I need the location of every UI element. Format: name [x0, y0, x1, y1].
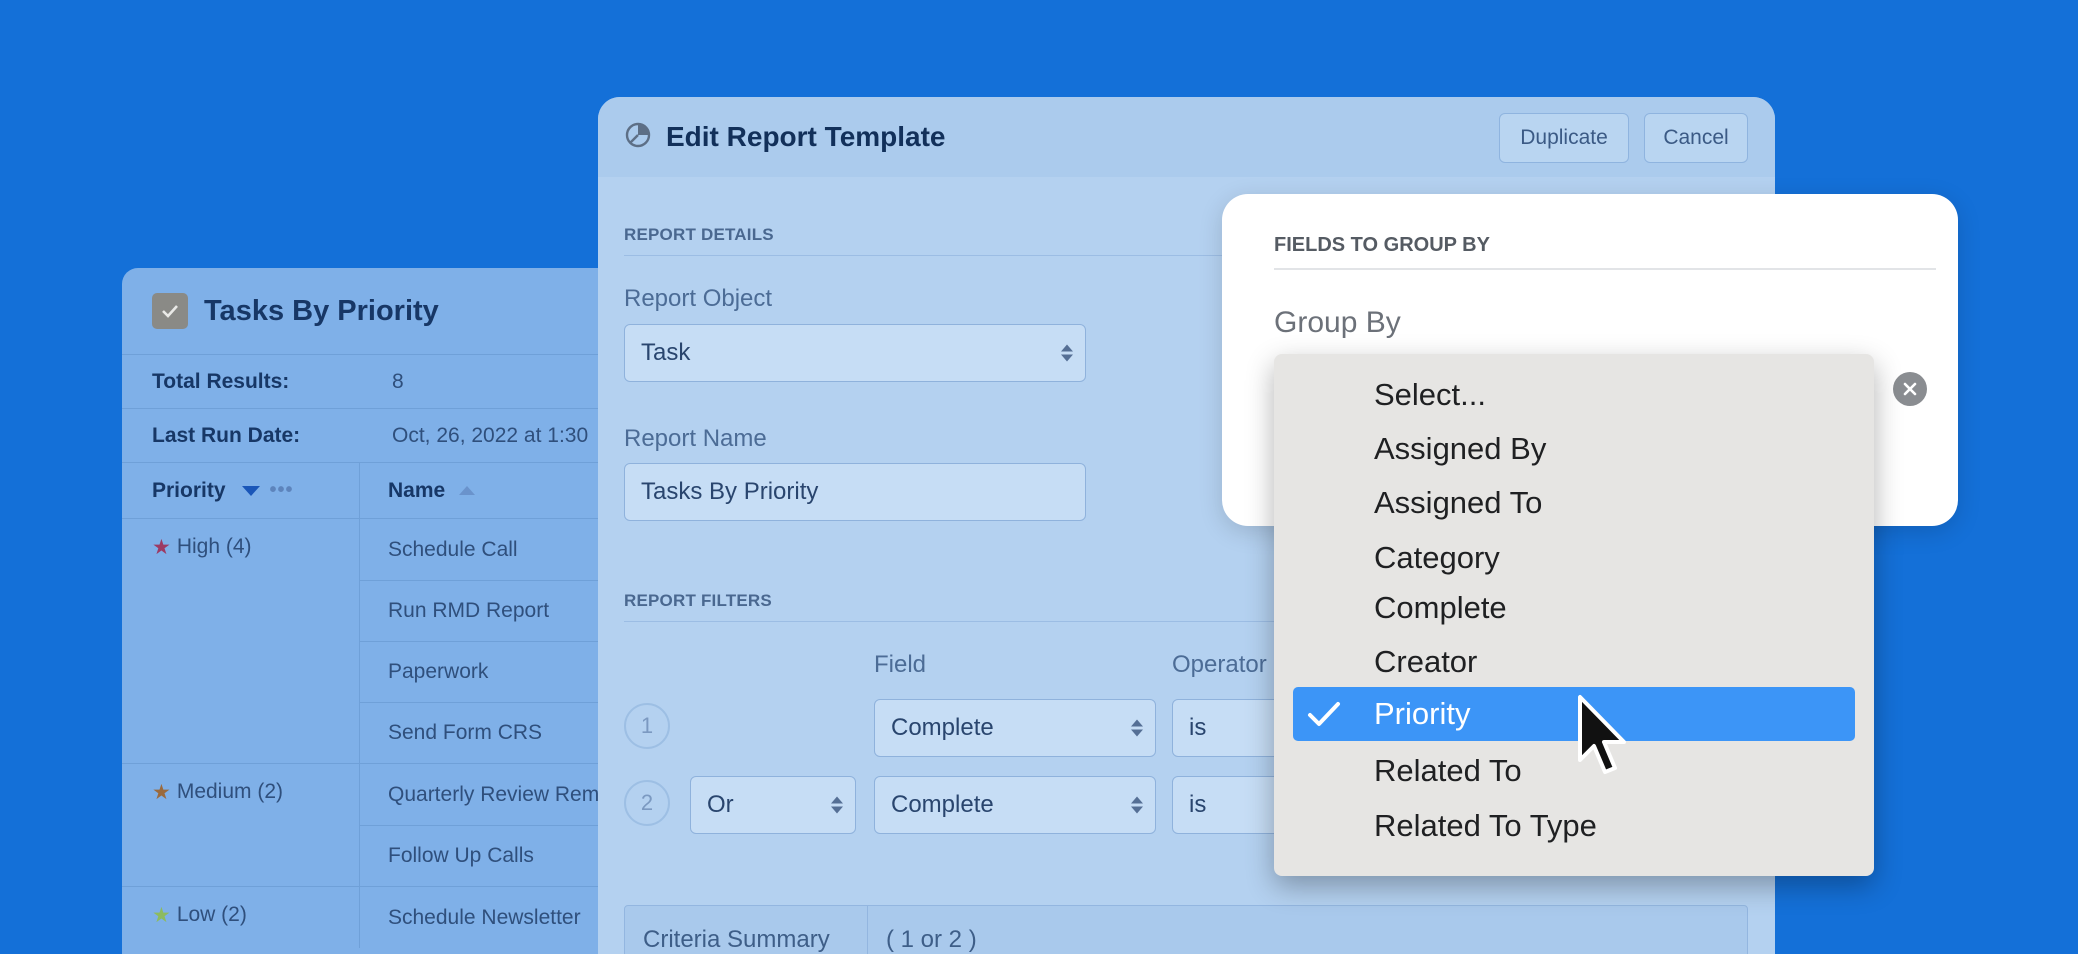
sort-desc-icon[interactable]: [241, 485, 260, 496]
table-row[interactable]: Send Form CRS: [360, 702, 622, 763]
group-by-label: Group By: [1274, 306, 1401, 339]
filter-operator-value: is: [1189, 791, 1207, 818]
dropdown-option[interactable]: Assigned By: [1274, 426, 1874, 472]
field-column-label: Field: [874, 651, 927, 678]
more-options-icon[interactable]: •••: [270, 479, 294, 502]
star-icon: ★: [152, 781, 171, 804]
cancel-button[interactable]: Cancel: [1644, 113, 1748, 163]
filter-conjunction-value: Or: [707, 791, 734, 818]
sort-asc-icon[interactable]: [459, 486, 476, 495]
group-label-text: Low (2): [176, 903, 247, 926]
task-name: Send Form CRS: [388, 721, 543, 744]
group-medium: ★ Medium (2) Quarterly Review Rem Follow…: [122, 763, 622, 886]
select-arrows-icon: [1131, 719, 1143, 737]
task-name: Schedule Call: [388, 537, 518, 561]
last-run-row: Last Run Date: Oct, 26, 2022 at 1:30: [122, 408, 622, 462]
group-low: ★ Low (2) Schedule Newsletter: [122, 886, 622, 948]
filter-field-select[interactable]: Complete: [874, 776, 1156, 834]
checkbox-icon: [152, 293, 188, 329]
dropdown-option[interactable]: Related To Type: [1274, 803, 1874, 849]
divider: [624, 621, 1284, 622]
select-arrows-icon: [831, 796, 843, 814]
group-label: ★ Medium (2): [122, 764, 360, 886]
group-high: ★ High (4) Schedule Call Run RMD Report …: [122, 518, 622, 763]
priority-column-header[interactable]: Priority •••: [122, 463, 360, 518]
dropdown-option[interactable]: Creator: [1274, 639, 1874, 685]
group-label: ★ High (4): [122, 519, 360, 763]
dropdown-option[interactable]: Related To: [1274, 748, 1874, 794]
tasks-by-priority-panel: Tasks By Priority Total Results: 8 Last …: [122, 268, 622, 954]
group-label: ★ Low (2): [122, 887, 360, 948]
duplicate-button[interactable]: Duplicate: [1499, 113, 1629, 163]
criteria-summary-value: ( 1 or 2 ): [886, 926, 977, 953]
panel-header: Tasks By Priority: [122, 268, 622, 354]
select-arrows-icon: [1061, 344, 1073, 362]
table-row[interactable]: Schedule Newsletter: [360, 887, 622, 948]
filter-number-badge: 1: [624, 703, 670, 749]
task-name: Run RMD Report: [388, 599, 550, 622]
clear-icon[interactable]: [1893, 372, 1927, 406]
dropdown-option[interactable]: Assigned To: [1274, 480, 1874, 526]
report-name-input[interactable]: Tasks By Priority: [624, 463, 1086, 521]
criteria-summary: Criteria Summary ( 1 or 2 ): [624, 905, 1748, 954]
select-arrows-icon: [1131, 796, 1143, 814]
filter-field-select[interactable]: Complete: [874, 699, 1156, 757]
table-row[interactable]: Run RMD Report: [360, 580, 622, 641]
modal-title: Edit Report Template: [666, 121, 946, 152]
task-name: Paperwork: [388, 660, 489, 683]
star-icon: ★: [152, 536, 171, 559]
last-run-value: Oct, 26, 2022 at 1:30: [392, 423, 589, 447]
group-label-text: High (4): [176, 535, 252, 558]
table-header: Priority ••• Name: [122, 462, 622, 518]
dropdown-option[interactable]: Complete: [1274, 585, 1874, 631]
task-name: Quarterly Review Rem: [388, 782, 600, 806]
group-label-text: Medium (2): [176, 780, 284, 803]
report-object-select[interactable]: Task: [624, 324, 1086, 382]
group-by-dropdown-list[interactable]: Select... Assigned By Assigned To Catego…: [1274, 354, 1874, 876]
report-object-value: Task: [641, 339, 691, 366]
table-row[interactable]: Paperwork: [360, 641, 622, 702]
filter-conjunction-select[interactable]: Or: [690, 776, 856, 834]
filter-field-value: Complete: [891, 714, 994, 741]
checkmark-icon: [1307, 700, 1341, 736]
total-results-label: Total Results:: [152, 369, 290, 393]
total-results-value: 8: [392, 369, 404, 393]
selected-option-label: Priority: [1374, 696, 1471, 731]
report-object-label: Report Object: [624, 285, 773, 312]
name-column-header[interactable]: Name: [360, 463, 622, 518]
task-name: Schedule Newsletter: [388, 905, 581, 929]
filter-operator-value: is: [1189, 714, 1207, 741]
panel-title: Tasks By Priority: [204, 294, 439, 327]
last-run-label: Last Run Date:: [152, 423, 301, 447]
total-results-row: Total Results: 8: [122, 354, 622, 408]
fields-to-group-by-heading: FIELDS TO GROUP BY: [1274, 234, 1490, 256]
pie-chart-icon: [624, 121, 652, 154]
table-row[interactable]: Schedule Call: [360, 519, 622, 580]
star-icon: ★: [152, 904, 171, 927]
report-name-label: Report Name: [624, 425, 767, 452]
divider: [1274, 268, 1936, 270]
table-row[interactable]: Follow Up Calls: [360, 825, 622, 886]
dropdown-option[interactable]: Category: [1274, 535, 1874, 581]
operator-column-label: Operator: [1172, 651, 1267, 678]
table-row[interactable]: Quarterly Review Rem: [360, 764, 622, 825]
dropdown-option[interactable]: Select...: [1274, 372, 1874, 418]
criteria-summary-label: Criteria Summary: [625, 906, 868, 954]
name-header-label: Name: [388, 478, 446, 502]
report-details-heading: REPORT DETAILS: [624, 225, 774, 244]
report-filters-heading: REPORT FILTERS: [624, 591, 772, 610]
mouse-pointer-icon: [1576, 694, 1636, 789]
priority-header-label: Priority: [152, 478, 226, 502]
dropdown-option-selected[interactable]: Priority: [1293, 687, 1855, 741]
report-name-value: Tasks By Priority: [641, 478, 819, 505]
filter-field-value: Complete: [891, 791, 994, 818]
divider: [624, 255, 1264, 256]
task-name: Follow Up Calls: [388, 844, 534, 867]
filter-number-badge: 2: [624, 780, 670, 826]
